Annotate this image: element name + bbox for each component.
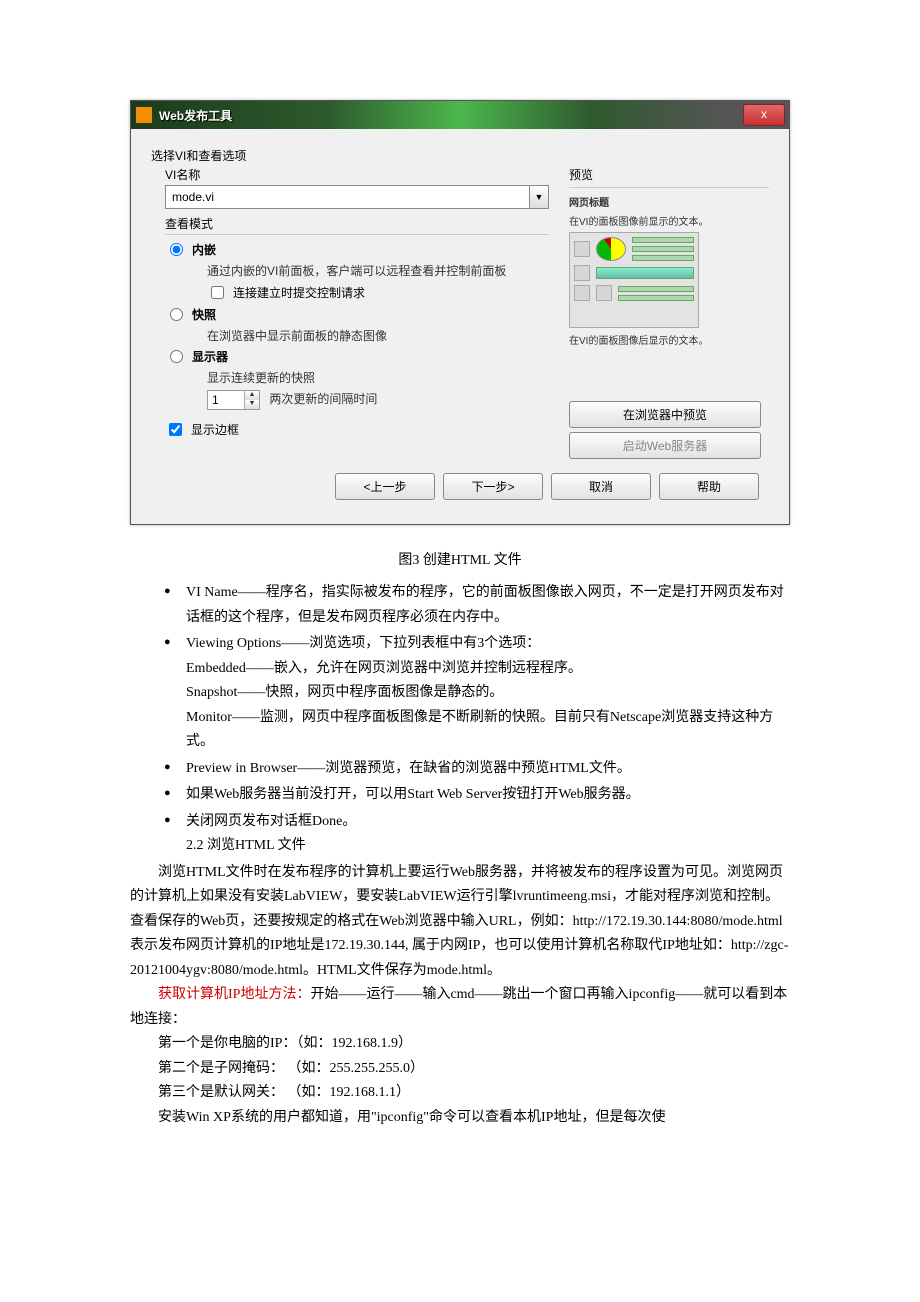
preview-label: 预览 [569,166,769,183]
opt-embedded-desc: 通过内嵌的VI前面板，客户端可以远程查看并控制前面板 [207,262,549,279]
bullet-list: VI Name——程序名，指实际被发布的程序，它的前面板图像嵌入网页，不一定是打… [130,581,790,859]
submit-control-checkbox[interactable] [211,286,224,299]
radio-embedded[interactable] [170,243,183,256]
list-item: 关闭网页发布对话框Done。 2.2 浏览HTML 文件 [164,810,790,859]
opt-snapshot-desc: 在浏览器中显示前面板的静态图像 [207,327,549,344]
opt-monitor-label: 显示器 [192,348,228,365]
opt-embedded-label: 内嵌 [192,241,216,258]
interval-spinner[interactable]: ▲▼ [207,390,260,410]
opt-monitor-desc: 显示连续更新的快照 [207,369,549,386]
opt-snapshot-label: 快照 [192,306,216,323]
list-item: Viewing Options——浏览选项，下拉列表框中有3个选项： Embed… [164,632,790,755]
paragraph: 浏览HTML文件时在发布程序的计算机上要运行Web服务器，并将被发布的程序设置为… [130,861,790,984]
paragraph: 获取计算机IP地址方法：开始——运行——输入cmd——跳出一个窗口再输入ipco… [130,983,790,1032]
interval-input[interactable] [208,391,244,409]
preview-in-browser-button[interactable]: 在浏览器中预览 [569,401,761,428]
figure-caption: 图3 创建HTML 文件 [130,549,790,569]
list-item: VI Name——程序名，指实际被发布的程序，它的前面板图像嵌入网页，不一定是打… [164,581,790,630]
vi-name-label: VI名称 [165,166,549,183]
preview-after-text: 在VI的面板图像后显示的文本。 [569,332,769,347]
radio-snapshot[interactable] [170,308,183,321]
show-border-checkbox[interactable] [169,423,182,436]
chevron-down-icon[interactable]: ▼ [529,186,548,208]
vi-name-input[interactable] [166,186,529,208]
close-button[interactable]: x [743,104,785,126]
help-button[interactable]: 帮助 [659,473,759,500]
show-border-label: 显示边框 [191,421,239,438]
spin-up-icon[interactable]: ▲ [245,391,259,400]
preview-before-text: 在VI的面板图像前显示的文本。 [569,213,769,228]
paragraph: 第一个是你电脑的IP：（如：192.168.1.9） [130,1032,790,1057]
interval-label: 两次更新的间隔时间 [269,392,377,406]
back-button[interactable]: <上一步 [335,473,435,500]
vi-name-combo[interactable]: ▼ [165,185,549,209]
radio-monitor[interactable] [170,350,183,363]
submit-control-label: 连接建立时提交控制请求 [233,284,365,301]
dialog-title: Web发布工具 [159,107,232,124]
web-publish-dialog: Web发布工具 x 选择VI和查看选项 VI名称 ▼ 查看模式 内嵌 [130,100,790,525]
paragraph: 第三个是默认网关： （如：192.168.1.1） [130,1081,790,1106]
view-mode-label: 查看模式 [165,215,549,235]
list-item: 如果Web服务器当前没打开，可以用Start Web Server按钮打开Web… [164,783,790,808]
next-button[interactable]: 下一步> [443,473,543,500]
start-web-server-button[interactable]: 启动Web服务器 [569,432,761,459]
paragraph: 第二个是子网掩码： （如：255.255.255.0） [130,1057,790,1082]
list-item: Preview in Browser——浏览器预览，在缺省的浏览器中预览HTML… [164,757,790,782]
section-label: 选择VI和查看选项 [151,147,769,164]
spin-down-icon[interactable]: ▼ [245,400,259,409]
app-icon [135,106,153,124]
titlebar: Web发布工具 x [131,101,789,129]
preview-thumbnail [569,232,699,328]
red-text: 获取计算机IP地址方法： [158,987,310,1002]
gauge-icon [596,237,626,261]
preview-title: 网页标题 [569,194,769,209]
cancel-button[interactable]: 取消 [551,473,651,500]
paragraph: 安装Win XP系统的用户都知道，用"ipconfig"命令可以查看本机IP地址… [130,1106,790,1131]
